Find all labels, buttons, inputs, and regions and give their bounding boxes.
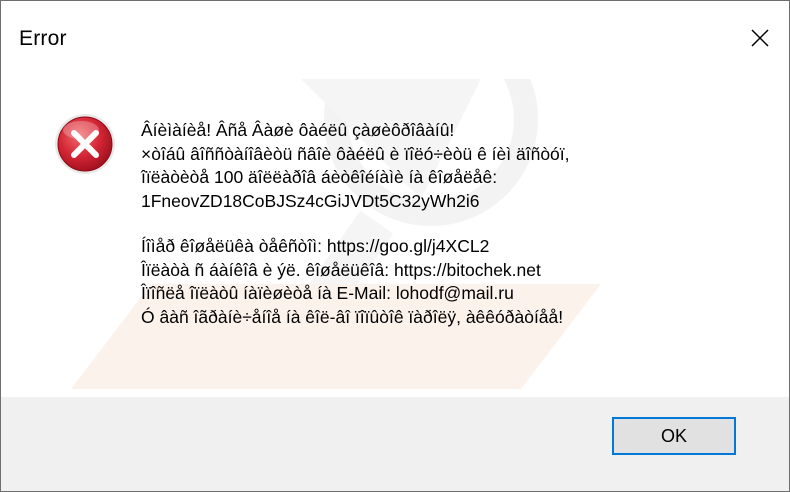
message-line: îïëàòèòå 100 äîëëàðîâ áèòêîéíàìè íà êîøå… — [141, 167, 498, 187]
message-text: Âíèìàíèå! Âñå Âàøè ôàéëû çàøèôðîâàíû! ×ò… — [141, 119, 761, 329]
message-line: Îïîñëå îïëàòû íàïèøèòå íà E-Mail: lohodf… — [141, 283, 514, 303]
error-dialog-window: Error Âíèìàíèå! Âñå Âàøè ôàéëû çàøèôðîâà… — [0, 0, 790, 492]
message-line: Îïëàòà ñ áàíêîâ è ýë. êîøåëüêîâ: https:/… — [141, 259, 541, 280]
message-line: ×òîáû âîññòàíîâèòü ñâîè ôàéëû è ïîëó÷èòü… — [141, 143, 570, 164]
window-title: Error — [19, 27, 67, 50]
close-icon — [751, 29, 769, 47]
close-button[interactable] — [737, 15, 783, 61]
message-line: Ó âàñ îãðàíè÷åíîå íà êîë-âî ïîïûòîê ïàðî… — [141, 306, 564, 327]
title-bar[interactable]: Error — [1, 1, 789, 79]
error-icon — [55, 114, 115, 174]
button-bar: OK — [1, 397, 789, 491]
message-line: Âíèìàíèå! Âñå Âàøè ôàéëû çàøèôðîâàíû! — [141, 120, 455, 140]
ok-button[interactable]: OK — [612, 417, 736, 455]
dialog-content: Âíèìàíèå! Âñå Âàøè ôàéëû çàøèôðîâàíû! ×ò… — [1, 79, 789, 397]
wallet-address: 1FneovZD18CoBJSz4cGiJVDt5C32yWh2i6 — [141, 190, 480, 211]
message-line: Íîìåð êîøåëüêà òåêñòîì: https://goo.gl/j… — [141, 236, 490, 256]
